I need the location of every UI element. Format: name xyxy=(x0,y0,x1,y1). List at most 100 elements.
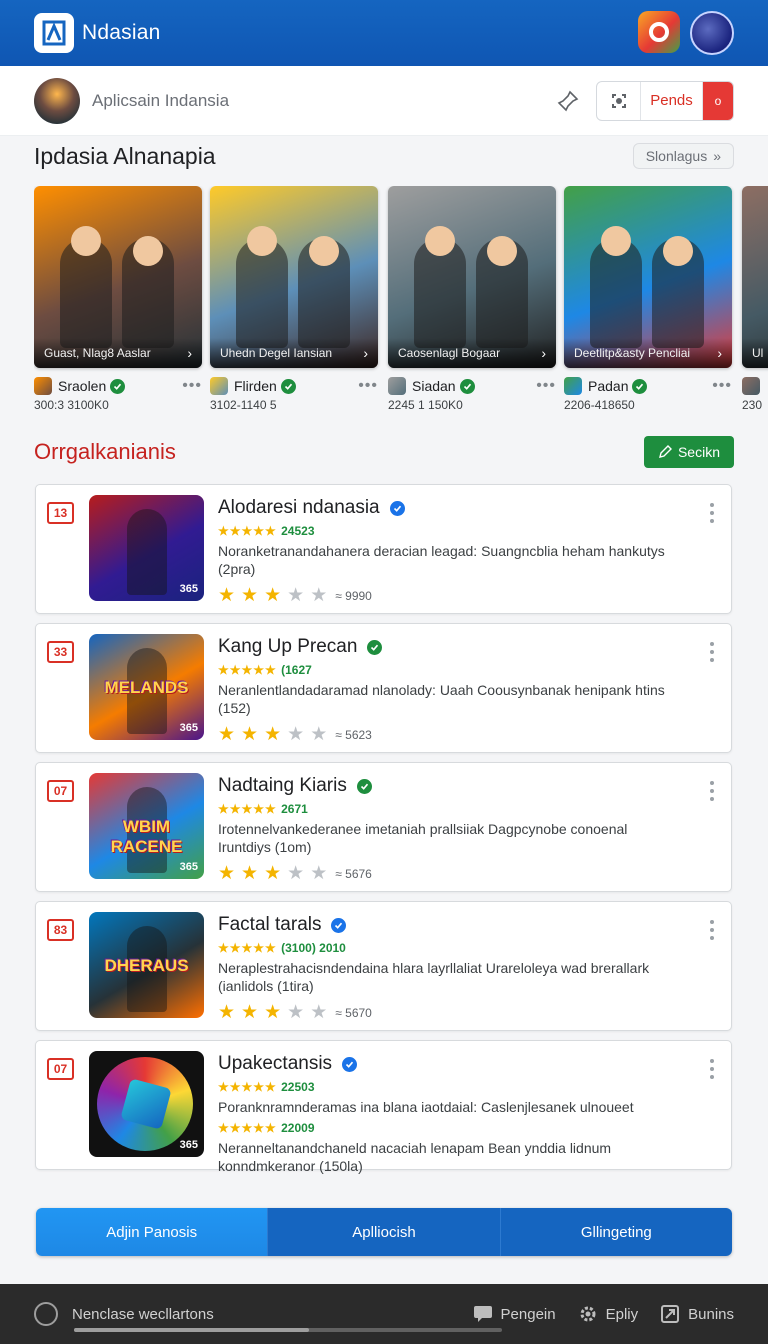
tab-1[interactable]: Adjin Panosis xyxy=(36,1208,269,1256)
star-icon: ★ xyxy=(218,585,236,606)
item-title[interactable]: Factal tarals xyxy=(218,914,698,936)
item-description: Noranketranandahanera deracian leagad: S… xyxy=(218,543,665,577)
star-icon: ★ xyxy=(218,724,236,745)
footer-text: Nenclase wecllartons xyxy=(72,1305,214,1323)
stars-icon: ★★★★★ xyxy=(218,1121,282,1135)
profile-avatar[interactable] xyxy=(690,11,734,55)
card-name: Sraolen xyxy=(58,378,107,394)
star-icon: ★ xyxy=(241,724,259,745)
more-vertical-icon[interactable] xyxy=(709,920,715,940)
character-head xyxy=(601,226,631,256)
star-icon: ★ xyxy=(287,1002,305,1023)
app-thumbnail[interactable]: DHERAUS xyxy=(89,912,204,1018)
card-thumbnail[interactable]: Deetlitp&asty Pencliai › xyxy=(564,186,732,368)
card-thumbnail[interactable]: Guast, Nlag8 Aaslar › xyxy=(34,186,202,368)
item-title[interactable]: Kang Up Precan xyxy=(218,636,698,658)
verified-icon xyxy=(331,917,347,933)
featured-card[interactable]: Ul› ••• 230 xyxy=(742,186,768,412)
app-mini-icon xyxy=(742,377,760,395)
verified-icon xyxy=(342,1056,358,1072)
card-code: 3102-1140 5 xyxy=(210,398,277,412)
footer-action-1[interactable]: Pengein xyxy=(473,1305,556,1323)
card-code: 2206-418650 xyxy=(564,398,635,412)
card-thumbnail[interactable]: Caosenlagl Bogaar › xyxy=(388,186,556,368)
channel-avatar[interactable] xyxy=(34,77,80,124)
app-thumbnail[interactable]: WBIM RACENE 365 xyxy=(89,773,204,879)
more-horizontal-icon[interactable]: ••• xyxy=(712,377,732,395)
more-vertical-icon[interactable] xyxy=(709,1059,715,1079)
rating-stars: ★ ★ ★ ★ ★ ≈ 5676 xyxy=(218,862,698,885)
card-meta: Padan ••• xyxy=(564,376,732,396)
item-description: Neranlentlandadaramad nlanolady: Uaah Co… xyxy=(218,682,665,716)
app-mini-icon xyxy=(564,377,582,395)
list-item[interactable]: 07 365 Upakectansis ★★★★★ 22503 Poranknramnd… xyxy=(35,1040,732,1174)
rating-count-text: (3100) 2010 xyxy=(281,941,346,955)
list-item[interactable]: 13 365 Alodaresi ndanasia ★★★★★ 24523 Norank… xyxy=(35,484,732,614)
featured-card[interactable]: Deetlitp&asty Pencliai › Padan ••• 2206-4186… xyxy=(564,186,732,412)
app-thumbnail[interactable]: 365 xyxy=(89,495,204,601)
pin-icon[interactable] xyxy=(554,87,582,115)
more-vertical-icon[interactable] xyxy=(709,781,715,801)
rank-badge: 13 xyxy=(47,502,74,524)
record-button[interactable]: o xyxy=(703,81,733,120)
item-info: Alodaresi ndanasia ★★★★★ 24523 Noranketran… xyxy=(218,497,698,607)
card-caption-text: Ul xyxy=(752,346,764,360)
tab-3[interactable]: Gllingeting xyxy=(500,1208,732,1256)
card-code: 300:3 3100K0 xyxy=(34,398,109,412)
character-head xyxy=(247,226,277,256)
chevron-right-icon: › xyxy=(187,345,192,361)
rating-number: ≈ 9990 xyxy=(335,588,372,603)
item-title[interactable]: Alodaresi ndanasia xyxy=(218,497,698,519)
app-thumbnail[interactable]: 365 xyxy=(89,1051,204,1157)
segmented-control[interactable]: Pends o xyxy=(596,80,734,121)
tab-2[interactable]: Aplliocish xyxy=(268,1208,501,1256)
search-button[interactable]: Secikn xyxy=(643,436,734,468)
item-info: Nadtaing Kiaris ★★★★★ 2671 Irotennelvanked… xyxy=(218,775,698,885)
footer-action-3[interactable]: Bunins xyxy=(660,1305,734,1323)
verified-icon xyxy=(459,378,475,394)
item-title[interactable]: Upakectansis xyxy=(218,1053,698,1075)
stars-icon: ★★★★★ xyxy=(218,941,282,955)
card-thumbnail[interactable]: Ul› xyxy=(742,186,768,368)
footer-action-label: Epliy xyxy=(605,1305,639,1323)
more-horizontal-icon[interactable]: ••• xyxy=(536,377,556,395)
card-code: 2245 1 150K0 xyxy=(388,398,463,412)
more-horizontal-icon[interactable]: ••• xyxy=(182,377,202,395)
star-rating-summary: ★★★★★ 2671 xyxy=(218,802,698,816)
list-header: Orrgalkanianis Secikn xyxy=(34,434,734,470)
footer-action-2[interactable]: Epliy xyxy=(578,1305,639,1323)
app-launcher-icon[interactable] xyxy=(638,11,680,53)
app-logo-icon[interactable] xyxy=(34,13,74,53)
stars-icon: ★★★★★ xyxy=(218,524,282,538)
pends-button[interactable]: Pends xyxy=(641,81,703,120)
more-vertical-icon[interactable] xyxy=(709,503,715,523)
card-name: Flirden xyxy=(234,378,277,394)
app-title: Ndasian xyxy=(82,21,161,44)
more-horizontal-icon[interactable]: ••• xyxy=(358,377,378,395)
card-caption: Ul› xyxy=(742,338,768,368)
card-meta: ••• xyxy=(742,376,768,396)
star-icon: ★ xyxy=(264,585,282,606)
app-bar: Ndasian xyxy=(0,0,768,66)
thumbnail-tag: 365 xyxy=(179,1139,198,1151)
star-rating-summary: ★★★★★ 22503 xyxy=(218,1080,698,1094)
stars-icon: ★★★★★ xyxy=(218,1080,282,1094)
more-vertical-icon[interactable] xyxy=(709,642,715,662)
featured-card[interactable]: Guast, Nlag8 Aaslar › Sraolen ••• 300:3 3100… xyxy=(34,186,202,412)
star-icon: ★ xyxy=(287,724,305,745)
featured-card[interactable]: Caosenlagl Bogaar › Siadan ••• 2245 1 150K0 xyxy=(388,186,556,412)
list-item[interactable]: 07 WBIM RACENE 365 Nadtaing Kiaris ★★★★★ 267… xyxy=(35,762,732,892)
featured-carousel[interactable]: Guast, Nlag8 Aaslar › Sraolen ••• 300:3 3100… xyxy=(34,186,768,418)
capture-icon[interactable] xyxy=(597,81,641,120)
item-title[interactable]: Nadtaing Kiaris xyxy=(218,775,698,797)
list-item[interactable]: 83 DHERAUS Factal tarals ★★★★★ (3100) 2010 N… xyxy=(35,901,732,1031)
item-title-text: Upakectansis xyxy=(218,1053,333,1074)
featured-card[interactable]: Uhedn Degel Iansian › Flirden ••• 3102-1140 … xyxy=(210,186,378,412)
rating-count-text: 22503 xyxy=(281,1080,315,1094)
card-thumbnail[interactable]: Uhedn Degel Iansian › xyxy=(210,186,378,368)
star-icon: ★ xyxy=(287,585,305,606)
see-more-button[interactable]: Slonlagus » xyxy=(632,143,734,169)
list-item[interactable]: 33 MELANDS 365 Kang Up Precan ★★★★★ (1627 Ner… xyxy=(35,623,732,753)
app-thumbnail[interactable]: MELANDS 365 xyxy=(89,634,204,740)
chevron-right-icon: › xyxy=(717,345,722,361)
